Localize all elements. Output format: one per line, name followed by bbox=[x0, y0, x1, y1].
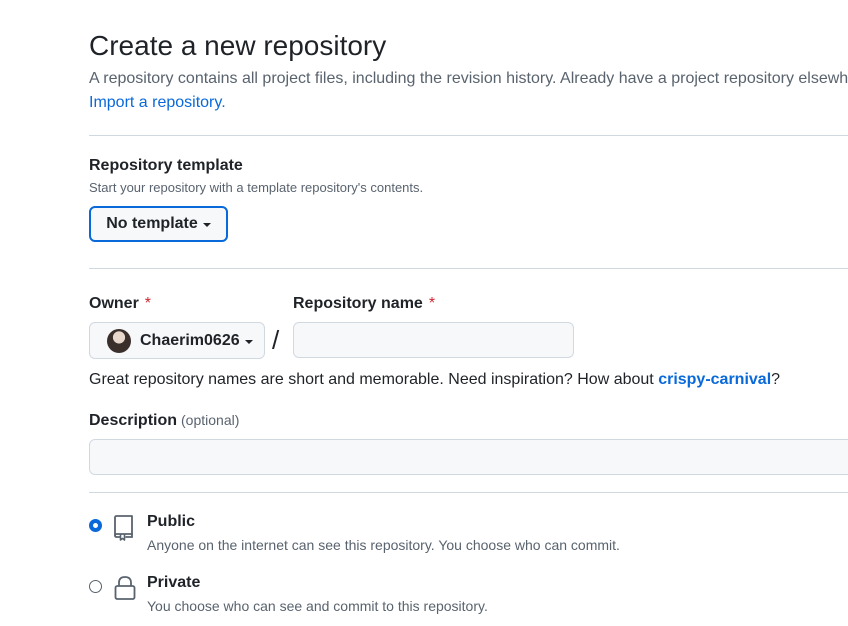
owner-label-text: Owner bbox=[89, 295, 139, 312]
lock-icon bbox=[114, 576, 136, 600]
public-title: Public bbox=[147, 513, 196, 530]
private-radio[interactable] bbox=[89, 580, 102, 593]
template-label: Repository template bbox=[89, 157, 243, 174]
repository-name-input[interactable] bbox=[293, 322, 574, 358]
hint-suffix: ? bbox=[771, 371, 781, 388]
owner-repo-separator: / bbox=[272, 325, 280, 355]
chevron-down-icon bbox=[202, 223, 211, 227]
owner-dropdown-button[interactable]: Chaerim0626 bbox=[89, 322, 265, 359]
avatar bbox=[107, 328, 131, 353]
required-mark: * bbox=[144, 295, 152, 312]
private-description: You choose who can see and commit to thi… bbox=[147, 598, 488, 614]
page-title: Create a new repository bbox=[89, 30, 387, 61]
repo-name-label: Repository name * bbox=[293, 295, 435, 313]
template-note: Start your repository with a template re… bbox=[89, 180, 424, 195]
public-description: Anyone on the internet can see this repo… bbox=[147, 537, 620, 553]
page-subtitle: A repository contains all project files,… bbox=[89, 70, 848, 87]
hint-text: Great repository names are short and mem… bbox=[89, 371, 659, 388]
description-label: Description (optional) bbox=[89, 412, 239, 430]
import-repository-link[interactable]: Import a repository. bbox=[89, 94, 226, 112]
new-repository-page: Create a new repository A repository con… bbox=[0, 0, 848, 626]
template-dropdown-button[interactable]: No template bbox=[89, 206, 228, 242]
optional-tag: (optional) bbox=[181, 412, 240, 428]
public-radio[interactable] bbox=[89, 519, 102, 532]
template-button-label: No template bbox=[106, 215, 198, 232]
owner-value: Chaerim0626 bbox=[140, 331, 240, 349]
repo-name-hint: Great repository names are short and mem… bbox=[89, 371, 780, 389]
chevron-down-icon bbox=[244, 339, 253, 344]
divider bbox=[89, 135, 848, 136]
required-mark: * bbox=[428, 295, 436, 312]
private-title: Private bbox=[147, 574, 201, 591]
repo-name-label-text: Repository name bbox=[293, 295, 423, 312]
owner-label: Owner * bbox=[89, 295, 151, 313]
divider bbox=[89, 268, 848, 269]
repo-book-icon bbox=[114, 515, 133, 541]
divider bbox=[89, 492, 848, 493]
description-label-text: Description bbox=[89, 412, 178, 429]
description-input[interactable] bbox=[89, 439, 848, 475]
name-suggestion-link[interactable]: crispy-carnival bbox=[658, 371, 771, 388]
